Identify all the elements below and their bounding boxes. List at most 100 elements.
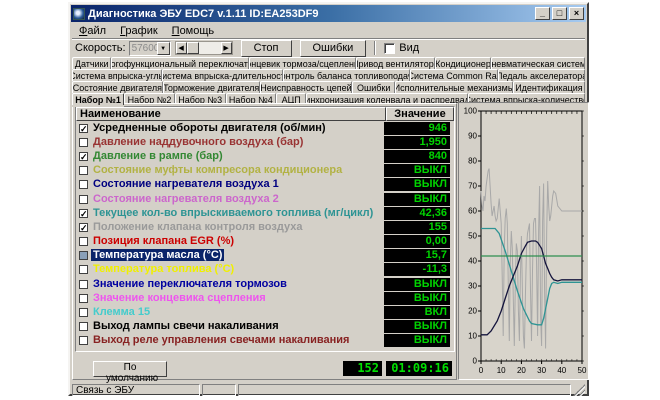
slider-right-arrow-icon[interactable]: ▶	[221, 42, 232, 54]
row-checkbox[interactable]	[79, 251, 88, 260]
row-checkbox[interactable]	[79, 294, 88, 303]
menu-item-помощь[interactable]: Помощь	[165, 24, 222, 38]
speed-slider[interactable]: ◀ ▶	[175, 41, 233, 55]
maximize-button[interactable]: □	[552, 7, 567, 20]
row-checkbox[interactable]: ✓	[79, 223, 88, 232]
parameter-label: Давление наддувочного воздуха (бар)	[91, 136, 384, 149]
table-row[interactable]: ✓Давление в рампе (бар)840	[76, 149, 454, 163]
combo-dropdown-icon[interactable]: ▼	[157, 42, 170, 55]
tab-система-впрыска-длительность[interactable]: Система впрыска-длительность	[162, 69, 283, 81]
statusbar: Связь с ЭБУ	[72, 382, 585, 396]
titlebar[interactable]: Диагностика ЭБУ EDC7 v.1.11 ID:EA253DF9 …	[71, 5, 586, 22]
row-checkbox[interactable]	[79, 166, 88, 175]
row-checkbox[interactable]: ✓	[79, 152, 88, 161]
table-row[interactable]: Температура топлива (°C)-11,3	[76, 263, 454, 277]
toolbar-separator	[374, 41, 376, 55]
slider-thumb[interactable]	[187, 42, 199, 54]
status-panel-3	[238, 384, 571, 396]
row-checkbox[interactable]	[79, 237, 88, 246]
parameter-table: Наименование Значение ✓Усредненные оборо…	[75, 106, 455, 352]
parameter-value: 1,950	[384, 136, 450, 149]
parameter-label: Позиция клапана EGR (%)	[91, 235, 384, 248]
row-checkbox[interactable]	[79, 322, 88, 331]
table-body: ✓Усредненные обороты двигателя (об/мин)9…	[76, 121, 454, 348]
row-checkbox[interactable]: ✓	[79, 124, 88, 133]
app-icon	[73, 8, 85, 20]
tab-торможение-двигателя[interactable]: Торможение двигателя	[163, 81, 260, 93]
table-row[interactable]: Выход реле управления свечами накаливани…	[76, 334, 454, 348]
col-header-value[interactable]: Значение	[386, 107, 454, 121]
row-checkbox[interactable]: ✓	[79, 209, 88, 218]
stop-button[interactable]: Стоп	[241, 40, 292, 57]
row-checkbox[interactable]	[79, 180, 88, 189]
parameter-value: 840	[384, 150, 450, 163]
tab-контроль-баланса-топливоподачи[interactable]: Контроль баланса топливоподачи	[283, 69, 410, 81]
tab-пневматическая-система[interactable]: Пневматическая система	[491, 57, 585, 69]
parameter-value: ВЫКЛ	[384, 320, 450, 333]
menu-item-файл[interactable]: Файл	[72, 24, 113, 38]
table-row[interactable]: ✓Усредненные обороты двигателя (об/мин)9…	[76, 121, 454, 135]
svg-text:90: 90	[468, 132, 477, 141]
timer-display: 01:09:16	[386, 361, 452, 376]
tab-ошибки[interactable]: Ошибки	[352, 81, 395, 93]
table-row[interactable]: Давление наддувочного воздуха (бар)1,950	[76, 135, 454, 149]
default-button[interactable]: По умолчанию	[93, 361, 167, 377]
parameter-value: 0,00	[384, 235, 450, 248]
view-checkbox[interactable]	[384, 43, 395, 54]
errors-button[interactable]: Ошибки	[300, 40, 367, 57]
table-row[interactable]: Позиция клапана EGR (%)0,00	[76, 235, 454, 249]
row-checkbox[interactable]	[79, 308, 88, 317]
tab-педаль-акселератора[interactable]: Педаль акселератора	[498, 69, 585, 81]
table-row[interactable]: Состояние нагревателя воздуха 2ВЫКЛ	[76, 192, 454, 206]
svg-text:0: 0	[479, 366, 484, 375]
tab-система-впрыска-углы[interactable]: Система впрыска-углы	[72, 69, 162, 81]
row-checkbox[interactable]	[79, 336, 88, 345]
svg-text:30: 30	[468, 282, 477, 291]
tab-идентификация[interactable]: Идентификация	[513, 81, 585, 93]
table-row[interactable]: Значение переключателя тормозовВЫКЛ	[76, 277, 454, 291]
parameter-value: ВЫКЛ	[384, 278, 450, 291]
parameter-label: Давление в рампе (бар)	[91, 150, 384, 163]
parameter-value: 946	[384, 122, 450, 135]
tab-многофункциональный-переключатель[interactable]: Многофункциональный переключатель	[111, 57, 249, 69]
tab-датчики[interactable]: Датчики	[72, 57, 111, 69]
slider-track[interactable]	[199, 42, 221, 54]
table-row[interactable]: Состояние муфты компресора кондиционераВ…	[76, 164, 454, 178]
row-checkbox[interactable]	[79, 138, 88, 147]
speed-combobox[interactable]: 57600 ▼	[129, 41, 171, 56]
parameter-label: Температура масла (°C)	[91, 249, 384, 262]
table-row[interactable]: Клемма 15ВКЛ	[76, 305, 454, 319]
tab-кондиционер[interactable]: Кондиционер	[435, 57, 491, 69]
resize-grip[interactable]	[573, 384, 585, 396]
menu-item-график[interactable]: График	[113, 24, 165, 38]
table-row[interactable]: ✓Положение клапана контроля воздуха155	[76, 220, 454, 234]
tab-привод-вентилятора[interactable]: Привод вентилятора	[356, 57, 435, 69]
tab-состояние-двигателя[interactable]: Состояние двигателя	[72, 81, 163, 93]
table-row[interactable]: Температура масла (°C)15,7	[76, 249, 454, 263]
parameter-value: ВЫКЛ	[384, 292, 450, 305]
tab-исполнительные-механизмы[interactable]: Исполнительные механизмы	[395, 81, 513, 93]
col-header-name[interactable]: Наименование	[76, 107, 386, 121]
parameter-value: ВЫКЛ	[384, 164, 450, 177]
tab-неисправность-цепей[interactable]: Неисправность цепей	[260, 81, 353, 93]
close-button[interactable]: ×	[569, 7, 584, 20]
parameter-label: Состояние нагревателя воздуха 2	[91, 193, 384, 206]
table-row[interactable]: Состояние нагревателя воздуха 1ВЫКЛ	[76, 178, 454, 192]
table-row[interactable]: Значение концевика сцепленияВЫКЛ	[76, 291, 454, 305]
slider-left-arrow-icon[interactable]: ◀	[176, 42, 187, 54]
table-row[interactable]: ✓Текущее кол-во впрыскиваемого топлива (…	[76, 206, 454, 220]
minimize-button[interactable]: _	[535, 7, 550, 20]
tab-система-common-rail[interactable]: Система Common Rail	[410, 69, 498, 81]
tab-концевик-тормоза-сцепления[interactable]: Концевик тормоза/сцепления	[249, 57, 356, 69]
row-checkbox[interactable]	[79, 265, 88, 274]
desktop: Диагностика ЭБУ EDC7 v.1.11 ID:EA253DF9 …	[0, 0, 660, 400]
tab-набор-№1[interactable]: Набор №1	[72, 93, 124, 105]
row-checkbox[interactable]	[79, 280, 88, 289]
svg-text:60: 60	[468, 207, 477, 216]
svg-text:70: 70	[468, 182, 477, 191]
row-checkbox[interactable]	[79, 195, 88, 204]
live-parameters-chart: 010203040506070809010001020304050	[459, 103, 588, 379]
table-row[interactable]: Выход лампы свечи накаливанияВЫКЛ	[76, 320, 454, 334]
parameter-label: Положение клапана контроля воздуха	[91, 221, 384, 234]
parameter-label: Состояние муфты компресора кондиционера	[91, 164, 384, 177]
